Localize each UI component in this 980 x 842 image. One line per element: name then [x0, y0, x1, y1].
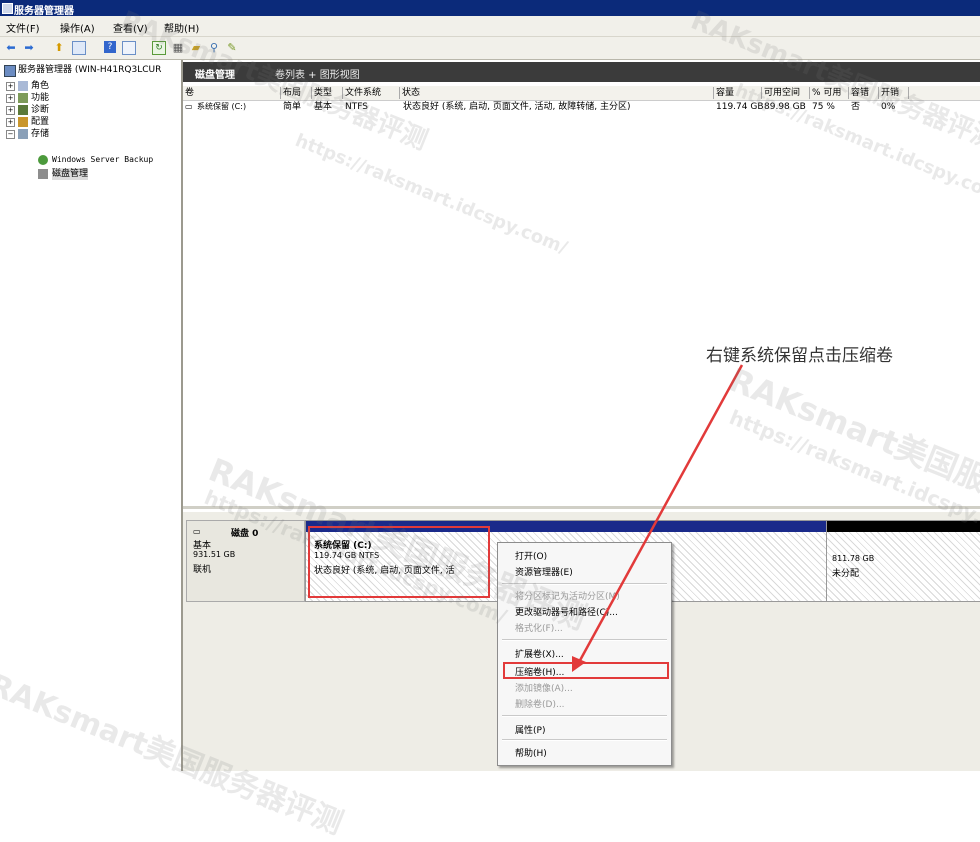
console-icon[interactable] [122, 41, 136, 55]
context-menu: 打开(O) 资源管理器(E) 将分区标记为活动分区(M) 更改驱动器号和路径(C… [497, 542, 672, 766]
server-icon [4, 65, 16, 77]
back-icon[interactable]: ⬅ [4, 41, 18, 55]
tree-item-disk-management[interactable]: 磁盘管理 [52, 168, 89, 180]
highlight-partition-box [308, 526, 490, 598]
tree-root[interactable]: 服务器管理器 (WIN-H41RQ3LCUR [18, 64, 161, 76]
volume-status: 状态良好 (系统, 启动, 页面文件, 活动, 故障转储, 主分区) [403, 102, 631, 112]
configuration-icon [18, 117, 28, 127]
tree-item-roles[interactable]: 角色 [31, 80, 49, 92]
annotation-text: 右键系统保留点击压缩卷 [706, 346, 893, 366]
tree-item-windows-server-backup[interactable]: Windows Server Backup [52, 154, 153, 166]
expand-icon[interactable]: + [6, 94, 15, 103]
disk-name: 磁盘 0 [231, 529, 259, 539]
unallocated-label: 未分配 [832, 569, 860, 579]
properties-icon[interactable]: ▦ [171, 41, 185, 55]
column-percent-free[interactable]: % 可用 [810, 87, 849, 99]
storage-icon [18, 129, 28, 139]
column-volume[interactable]: 卷 [183, 87, 281, 99]
tree-item-diagnostics[interactable]: 诊断 [31, 104, 49, 116]
refresh-icon[interactable]: ↻ [152, 41, 166, 55]
menu-file[interactable]: 文件(F) [6, 20, 40, 35]
search-icon[interactable]: ⚲ [207, 41, 221, 55]
menu-separator [502, 639, 667, 641]
volume-type: 基本 [314, 102, 333, 112]
menu-help[interactable]: 帮助(H) [164, 20, 199, 35]
title-bar: 服务器管理器 [0, 0, 980, 17]
volume-free-space: 89.98 GB [764, 102, 806, 112]
menu-separator [502, 715, 667, 717]
open-icon[interactable]: ▰ [189, 41, 203, 55]
tree-item-storage[interactable]: 存储 [31, 128, 49, 140]
toolbar: ⬅ ➡ ⬆ ? ↻ ▦ ▰ ⚲ ✎ [0, 37, 980, 60]
volume-percent-free: 75 % [812, 102, 835, 112]
menu-item-delete-volume: 删除卷(D)... [515, 700, 565, 710]
volume-fault-tolerance: 否 [851, 102, 861, 112]
highlight-shrink-box [503, 662, 669, 679]
menu-item-extend-volume[interactable]: 扩展卷(X)... [515, 647, 564, 660]
unallocated-bar [827, 521, 980, 532]
expand-icon[interactable]: + [6, 82, 15, 91]
volume-filesystem: NTFS [345, 102, 368, 112]
pane-view-mode: 卷列表 + 图形视图 [275, 70, 360, 81]
tree-item-features[interactable]: 功能 [31, 92, 49, 104]
navigation-tree: 服务器管理器 (WIN-H41RQ3LCUR + 角色 + 功能 + 诊断 + … [0, 60, 183, 771]
menu-bar: 文件(F) 操作(A) 查看(V) 帮助(H) [0, 16, 980, 37]
menu-item-properties[interactable]: 属性(P) [515, 723, 545, 736]
disk-info-panel[interactable]: ▭ 磁盘 0 基本 931.51 GB 联机 [186, 520, 305, 602]
pane-header: 磁盘管理 卷列表 + 图形视图 [183, 62, 980, 82]
partition-unallocated[interactable]: 811.78 GB 未分配 [826, 520, 980, 602]
disk-management-icon [38, 169, 48, 179]
column-overhead[interactable]: 开销 [879, 87, 909, 99]
backup-icon [38, 155, 48, 165]
pane-title: 磁盘管理 [195, 70, 235, 81]
menu-view[interactable]: 查看(V) [113, 20, 148, 35]
unallocated-size: 811.78 GB [832, 554, 875, 563]
volume-row[interactable]: ▭ 系统保留 (C:) 简单 基本 NTFS 状态良好 (系统, 启动, 页面文… [183, 101, 980, 113]
column-type[interactable]: 类型 [312, 87, 343, 99]
column-layout[interactable]: 布局 [281, 87, 312, 99]
disk-state: 联机 [193, 565, 212, 575]
volume-icon: ▭ [185, 102, 193, 111]
menu-item-change-letter[interactable]: 更改驱动器号和路径(C)... [515, 605, 618, 618]
forward-icon[interactable]: ➡ [22, 41, 36, 55]
menu-separator [502, 739, 667, 741]
server-manager-icon [2, 3, 13, 14]
menu-item-mark-active: 将分区标记为活动分区(M) [515, 592, 620, 602]
volume-name: 系统保留 (C:) [197, 102, 247, 111]
up-icon[interactable]: ⬆ [52, 41, 66, 55]
roles-icon [18, 81, 28, 91]
volume-layout: 简单 [283, 102, 302, 112]
disk-icon: ▭ [193, 527, 201, 536]
volume-list-header: 卷 布局 类型 文件系统 状态 容量 可用空间 % 可用 容错 开销 [183, 86, 980, 101]
column-fault-tolerance[interactable]: 容错 [849, 87, 879, 99]
menu-item-format: 格式化(F)... [515, 624, 563, 634]
menu-item-explore[interactable]: 资源管理器(E) [515, 565, 573, 578]
menu-item-open[interactable]: 打开(O) [515, 549, 547, 562]
menu-action[interactable]: 操作(A) [60, 20, 95, 35]
window-title: 服务器管理器 [14, 6, 74, 17]
menu-item-help[interactable]: 帮助(H) [515, 746, 547, 759]
wizard-icon[interactable]: ✎ [225, 41, 239, 55]
features-icon [18, 93, 28, 103]
column-filesystem[interactable]: 文件系统 [343, 87, 400, 99]
disk-size: 931.51 GB [193, 550, 236, 559]
column-capacity[interactable]: 容量 [714, 87, 762, 99]
expand-icon[interactable]: + [6, 106, 15, 115]
expand-icon[interactable]: + [6, 118, 15, 127]
diagnostics-icon [18, 105, 28, 115]
column-status[interactable]: 状态 [400, 87, 714, 99]
column-free-space[interactable]: 可用空间 [762, 87, 810, 99]
volume-list-area [183, 113, 980, 509]
menu-item-add-mirror: 添加镜像(A)... [515, 684, 573, 694]
volume-overhead: 0% [881, 102, 896, 112]
show-tree-icon[interactable] [72, 41, 86, 55]
menu-separator [502, 583, 667, 585]
help-icon[interactable]: ? [104, 41, 116, 53]
volume-capacity: 119.74 GB [716, 102, 764, 112]
collapse-icon[interactable]: − [6, 130, 15, 139]
tree-item-configuration[interactable]: 配置 [31, 116, 49, 128]
